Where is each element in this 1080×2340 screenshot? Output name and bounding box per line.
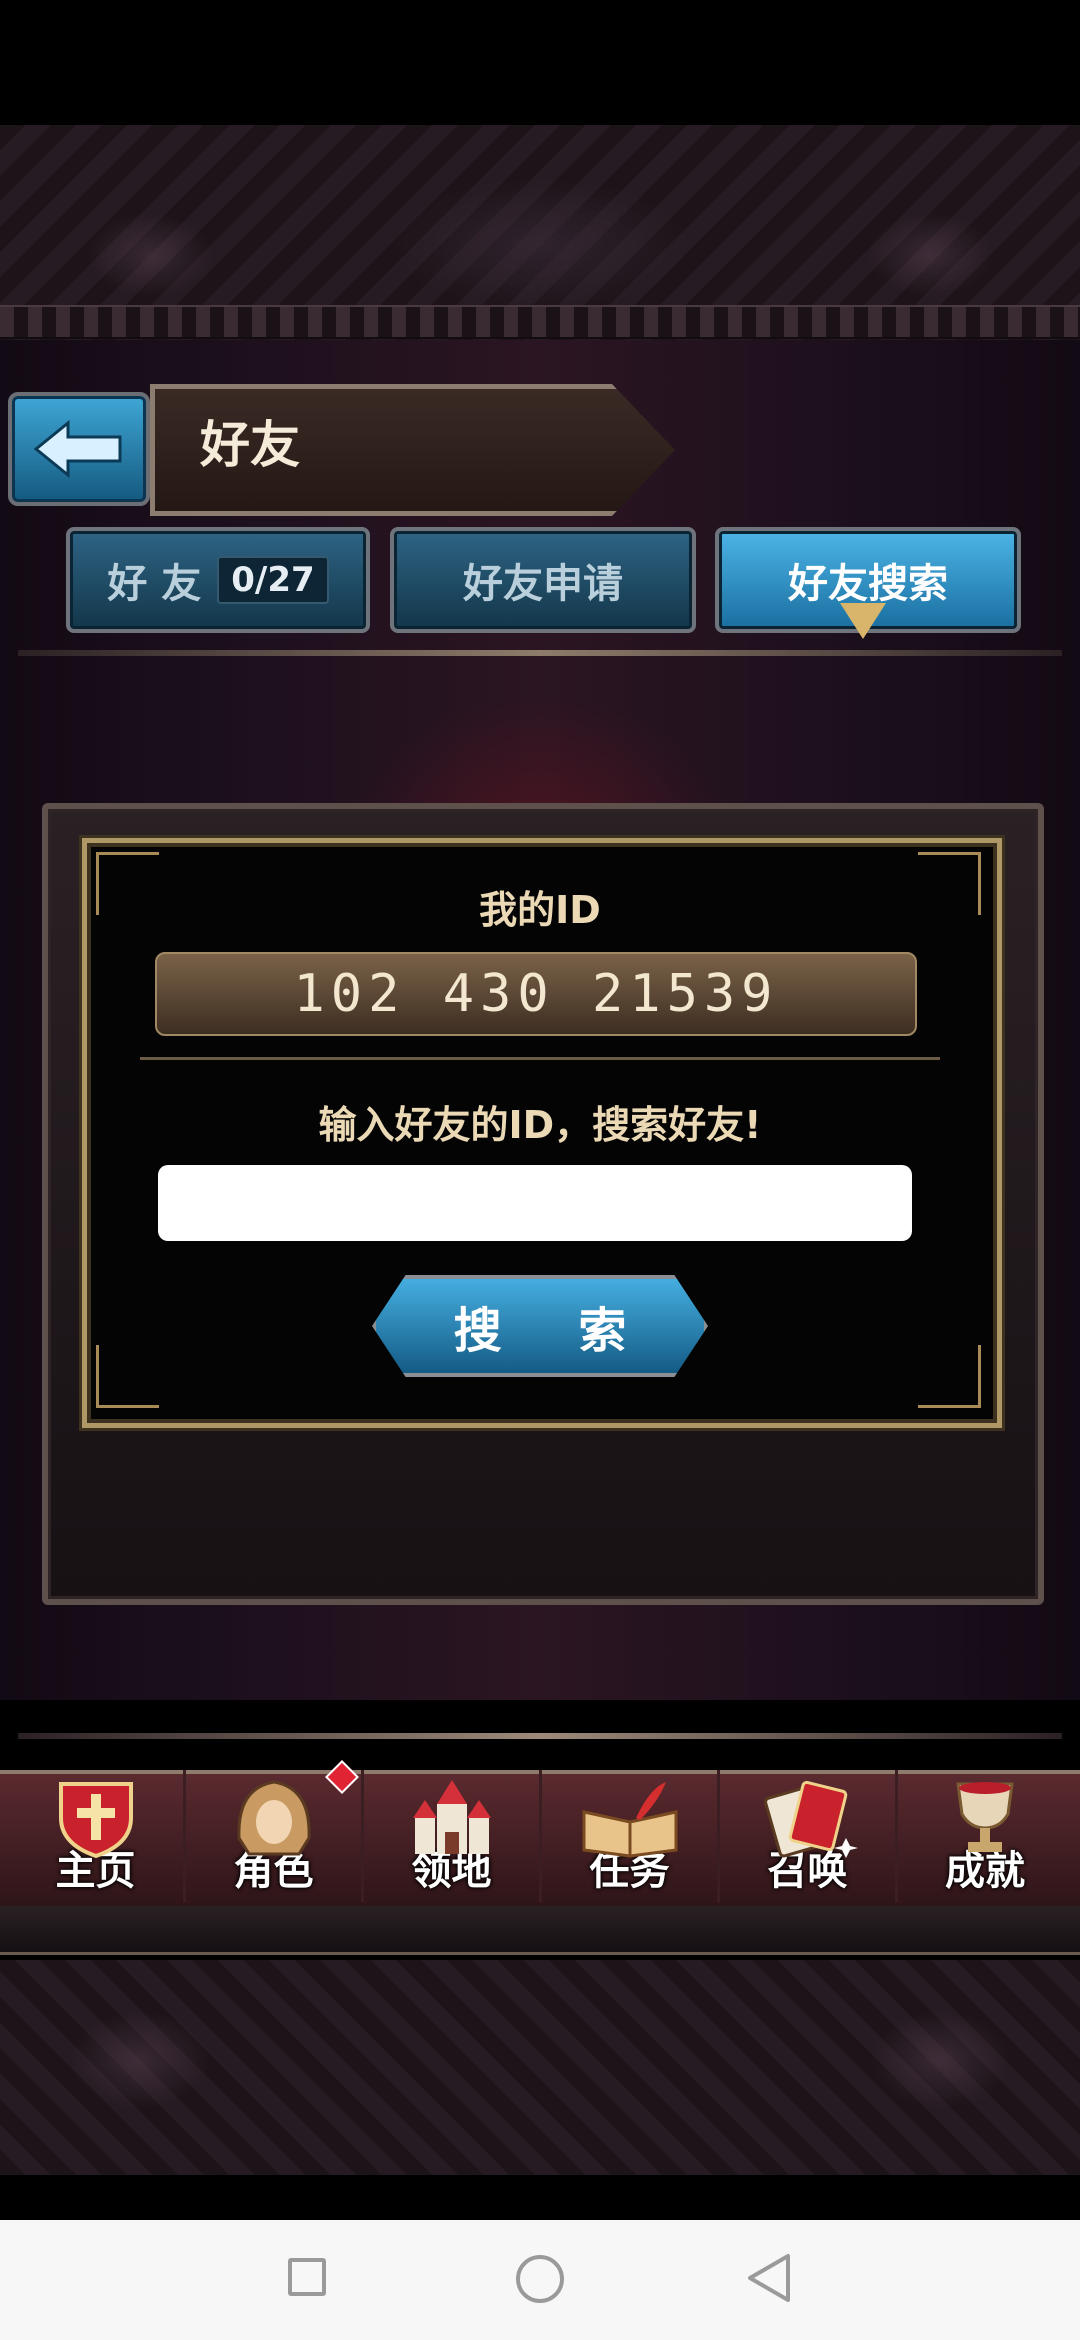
bottom-ornament-background bbox=[0, 1960, 1080, 2175]
corner-ornament bbox=[918, 1345, 981, 1408]
cards-icon bbox=[763, 1780, 858, 1858]
nav-item-achievements[interactable]: 成就 bbox=[898, 1770, 1072, 1902]
header-divider bbox=[18, 650, 1062, 656]
nav-item-quests[interactable]: 任务 bbox=[542, 1770, 720, 1902]
nav-item-summon[interactable]: 召唤 bbox=[720, 1770, 898, 1902]
nav-bottom-strip bbox=[0, 1906, 1080, 1955]
home-icon[interactable] bbox=[516, 2255, 564, 2303]
hooded-character-icon bbox=[236, 1780, 311, 1856]
corner-ornament bbox=[96, 1345, 159, 1408]
nav-item-territory[interactable]: 领地 bbox=[364, 1770, 542, 1902]
tab-friend-requests-label: 好友申请 bbox=[463, 561, 623, 607]
trophy-icon bbox=[956, 1782, 1014, 1852]
tab-friend-requests[interactable]: 好友申请 bbox=[390, 527, 696, 633]
arrow-left-icon bbox=[34, 419, 122, 479]
search-button[interactable]: 搜 索 bbox=[372, 1275, 708, 1377]
shield-cross-icon bbox=[58, 1782, 133, 1858]
book-quill-icon bbox=[582, 1782, 677, 1858]
panel-separator bbox=[140, 1057, 940, 1060]
nav-item-home[interactable]: 主页 bbox=[8, 1770, 186, 1902]
page-title: 好友 bbox=[200, 416, 300, 474]
nav-top-divider bbox=[18, 1733, 1062, 1739]
friend-id-input[interactable] bbox=[158, 1165, 912, 1241]
search-hint: 输入好友的ID，搜索好友! bbox=[318, 1103, 762, 1147]
tab-friends[interactable]: 好 友 0/27 bbox=[66, 527, 370, 633]
tab-friends-label: 好 友 bbox=[107, 561, 202, 607]
castle-icon bbox=[412, 1780, 491, 1854]
my-id-value: 102 430 21539 bbox=[155, 952, 917, 1036]
my-id-label: 我的ID bbox=[479, 888, 601, 932]
back-triangle-icon[interactable] bbox=[746, 2252, 792, 2304]
top-ornament-band bbox=[0, 305, 1080, 339]
tab-friend-search-label: 好友搜索 bbox=[788, 561, 948, 607]
back-button[interactable] bbox=[8, 392, 150, 506]
recent-apps-icon[interactable] bbox=[288, 2258, 326, 2296]
friend-count-badge: 0/27 bbox=[217, 556, 329, 604]
